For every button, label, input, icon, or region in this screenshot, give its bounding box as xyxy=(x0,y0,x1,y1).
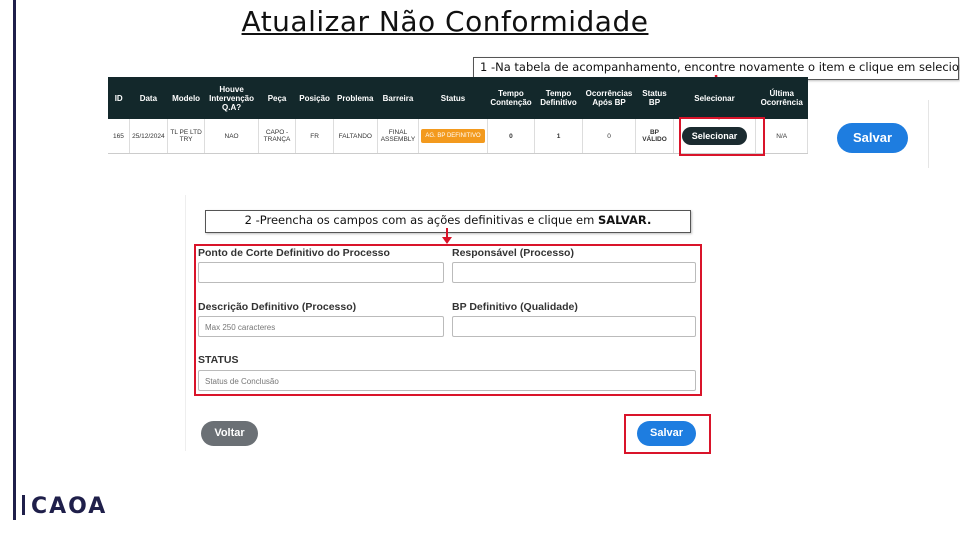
col-id: ID xyxy=(108,77,130,119)
col-tempo-contencao: Tempo Contenção xyxy=(487,77,535,119)
col-data: Data xyxy=(129,77,168,119)
col-intervencao: Houve Intervenção Q.A? xyxy=(204,77,259,119)
cell-intervencao: NAO xyxy=(204,119,259,154)
col-modelo: Modelo xyxy=(167,77,205,119)
col-barreira: Barreira xyxy=(377,77,419,119)
cell-id: 165 xyxy=(108,119,130,154)
col-status: Status xyxy=(418,77,488,119)
cell-status-bp: BP VÁLIDO xyxy=(635,119,674,154)
step2-bold: SALVAR. xyxy=(597,213,652,227)
step2-text: 2 -Preencha os campos com as ações defin… xyxy=(244,213,598,227)
cell-peca: CAPO - TRANÇA xyxy=(258,119,297,154)
page-title: Atualizar Não Conformidade xyxy=(241,5,649,38)
logo-bar-icon xyxy=(22,495,25,515)
status-badge: AG. BP DEFINITIVO xyxy=(421,129,485,143)
salvar-button-top[interactable]: Salvar xyxy=(837,123,908,153)
ponto-corte-input[interactable] xyxy=(198,262,444,283)
cell-barreira: FINAL ASSEMBLY xyxy=(377,119,420,154)
cell-status: AG. BP DEFINITIVO xyxy=(418,119,488,154)
col-tempo-definitivo: Tempo Definitivo xyxy=(534,77,583,119)
col-selecionar: Selecionar xyxy=(673,77,756,119)
col-status-bp: Status BP xyxy=(635,77,674,119)
cell-problema: FALTANDO xyxy=(333,119,378,154)
voltar-button[interactable]: Voltar xyxy=(201,421,258,446)
responsavel-input[interactable] xyxy=(452,262,696,283)
cell-data: 25/12/2024 xyxy=(129,119,168,154)
col-ocorrencias: Ocorrências Após BP xyxy=(582,77,636,119)
salvar-button[interactable]: Salvar xyxy=(637,421,696,446)
selecionar-highlight xyxy=(679,117,765,156)
col-peca: Peça xyxy=(258,77,296,119)
col-ultima: Última Ocorrência xyxy=(755,77,808,119)
descricao-input[interactable]: Max 250 caracteres xyxy=(198,316,444,337)
bp-definitivo-label: BP Definitivo (Qualidade) xyxy=(452,301,578,313)
cell-ocorrencias: 0 xyxy=(582,119,637,154)
col-problema: Problema xyxy=(333,77,378,119)
table-header-row: ID Data Modelo Houve Intervenção Q.A? Pe… xyxy=(108,77,808,119)
cell-tempo-contencao: 0 xyxy=(487,119,536,154)
status-input[interactable]: Status de Conclusão xyxy=(198,370,696,391)
logo-text: CAOA xyxy=(31,494,108,519)
caoa-logo: CAOA xyxy=(22,494,107,519)
cell-modelo: TL PE LTD TRY xyxy=(167,119,206,154)
responsavel-label: Responsável (Processo) xyxy=(452,247,574,259)
descricao-label: Descrição Definitivo (Processo) xyxy=(198,301,357,313)
bp-definitivo-input[interactable] xyxy=(452,316,696,337)
status-label: STATUS xyxy=(198,354,239,366)
cell-posicao: FR xyxy=(295,119,334,154)
cell-tempo-definitivo: 1 xyxy=(534,119,583,154)
left-accent-bar xyxy=(13,0,16,520)
ponto-corte-label: Ponto de Corte Definitivo do Processo xyxy=(198,247,390,259)
col-posicao: Posição xyxy=(295,77,334,119)
